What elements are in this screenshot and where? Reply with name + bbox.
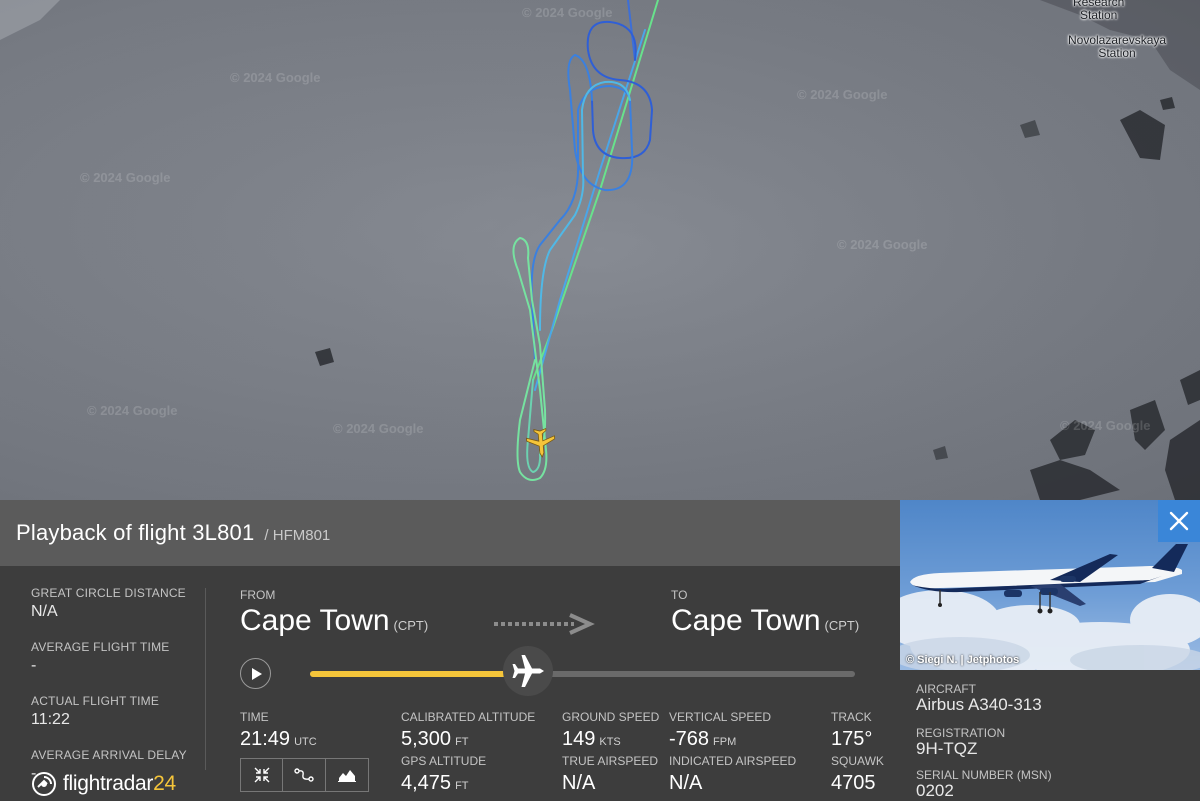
to-airport-code: (CPT)	[824, 618, 860, 633]
aircraft-value: Airbus A340-313	[916, 695, 1042, 714]
ground-speed-label: GROUND SPEED	[562, 710, 660, 724]
logo-prefix: flightradar	[63, 772, 154, 795]
route-view-button[interactable]	[283, 758, 326, 792]
map-watermark: © 2024 Google	[87, 403, 178, 418]
close-icon	[1169, 511, 1189, 531]
ground-speed-unit: KTS	[599, 736, 621, 748]
map-station-label: Novolazarevskaya Station	[1068, 33, 1167, 60]
close-button[interactable]	[1158, 500, 1200, 542]
calibrated-altitude-label: CALIBRATED ALTITUDE	[401, 710, 536, 724]
calibrated-altitude-number: 5,300	[401, 728, 452, 750]
true-airspeed-value: N/A	[562, 772, 596, 794]
panel-divider	[205, 588, 206, 770]
from-airport-code: (CPT)	[393, 618, 429, 633]
vertical-speed-label: VERTICAL SPEED	[669, 710, 772, 724]
map-watermark: © 2024 Google	[80, 170, 171, 185]
calibrated-altitude-value: 5,300 FT	[401, 728, 469, 751]
true-airspeed-label: TRUE AIRSPEED	[562, 754, 659, 768]
average-flight-time-value: -	[31, 657, 37, 674]
squawk-value: 4705	[831, 772, 876, 794]
vertical-speed-unit: FPM	[713, 736, 737, 748]
airplane-icon	[512, 655, 544, 687]
route-arrow-icon	[494, 613, 595, 635]
track-label: TRACK	[831, 710, 872, 724]
flight-title-bar: Playback of flight 3L801 / HFM801	[0, 500, 900, 566]
gps-altitude-value: 4,475 FT	[401, 772, 469, 795]
to-label: TO	[671, 588, 688, 602]
play-icon	[251, 667, 262, 680]
indicated-airspeed-label: INDICATED AIRSPEED	[669, 754, 797, 768]
vertical-speed-value: -768 FPM	[669, 728, 736, 751]
registration-label: REGISTRATION	[916, 726, 1006, 740]
great-circle-distance-label: GREAT CIRCLE DISTANCE	[31, 586, 186, 600]
flight-map[interactable]: © 2024 Google © 2024 Google © 2024 Googl…	[0, 0, 1200, 500]
play-button[interactable]	[240, 658, 271, 689]
playback-progress	[310, 671, 528, 677]
track-value: 175°	[831, 728, 873, 750]
view-mode-buttons	[240, 758, 369, 792]
map-watermark: © 2024 Google	[1060, 418, 1151, 433]
aircraft-panel: © Siegi N. | Jetphotos AIRCRAFT Airbus A…	[900, 500, 1200, 801]
time-unit: UTC	[294, 736, 317, 748]
flight-stats: GREAT CIRCLE DISTANCE N/A AVERAGE FLIGHT…	[31, 586, 201, 801]
flight-callsign: / HFM801	[264, 526, 331, 544]
route-icon	[294, 768, 314, 782]
collapse-arrows-icon	[254, 767, 269, 783]
actual-flight-time-value: 11:22	[31, 711, 70, 728]
map-watermark: © 2024 Google	[230, 70, 321, 85]
ground-speed-value: 149 KTS	[562, 728, 621, 751]
gps-altitude-unit: FT	[455, 780, 469, 792]
great-circle-distance-value: N/A	[31, 603, 58, 620]
serial-number-label: SERIAL NUMBER (MSN)	[916, 768, 1052, 782]
aircraft-label: AIRCRAFT	[916, 682, 976, 696]
from-label: FROM	[240, 588, 276, 602]
time-label: TIME	[240, 710, 269, 724]
average-flight-time-label: AVERAGE FLIGHT TIME	[31, 640, 170, 654]
photo-credit[interactable]: © Siegi N. | Jetphotos	[906, 654, 1019, 666]
indicated-airspeed-value: N/A	[669, 772, 703, 794]
graph-icon	[338, 770, 356, 782]
actual-flight-time-label: ACTUAL FLIGHT TIME	[31, 694, 160, 708]
squawk-label: SQUAWK	[831, 754, 884, 768]
playback-handle[interactable]	[503, 646, 553, 696]
logo-text: flightradar24	[63, 772, 176, 796]
to-city-name: Cape Town	[671, 604, 821, 637]
gps-altitude-number: 4,475	[401, 772, 452, 794]
from-city[interactable]: Cape Town (CPT)	[240, 604, 428, 638]
map-watermark: © 2024 Google	[522, 5, 613, 20]
map-watermark: © 2024 Google	[333, 421, 424, 436]
ground-speed-number: 149	[562, 728, 596, 750]
calibrated-altitude-unit: FT	[455, 736, 469, 748]
aircraft-photo[interactable]: © Siegi N. | Jetphotos	[900, 500, 1200, 670]
map-watermark: © 2024 Google	[837, 237, 928, 252]
from-city-name: Cape Town	[240, 604, 390, 637]
flightradar24-logo[interactable]: flightradar24	[31, 771, 176, 797]
map-terrain	[0, 0, 1200, 500]
radar-logo-icon	[32, 772, 56, 796]
flight-info-panel: GREAT CIRCLE DISTANCE N/A AVERAGE FLIGHT…	[0, 566, 900, 801]
flight-title: Playback of flight 3L801	[16, 520, 255, 545]
fit-view-button[interactable]	[240, 758, 283, 792]
registration-value: 9H-TQZ	[916, 739, 978, 758]
average-arrival-delay-label: AVERAGE ARRIVAL DELAY	[31, 748, 187, 762]
aircraft-photo-image	[900, 544, 1200, 670]
map-station-label: Research Station	[1073, 0, 1125, 22]
map-watermark: © 2024 Google	[797, 87, 888, 102]
vertical-speed-number: -768	[669, 728, 710, 750]
gps-altitude-label: GPS ALTITUDE	[401, 754, 487, 768]
serial-number-value: 0202	[916, 781, 954, 800]
altitude-graph-button[interactable]	[326, 758, 369, 792]
time-number: 21:49	[240, 728, 291, 750]
to-city[interactable]: Cape Town (CPT)	[671, 604, 859, 638]
logo-suffix: 24	[153, 772, 176, 795]
time-value: 21:49 UTC	[240, 728, 317, 751]
